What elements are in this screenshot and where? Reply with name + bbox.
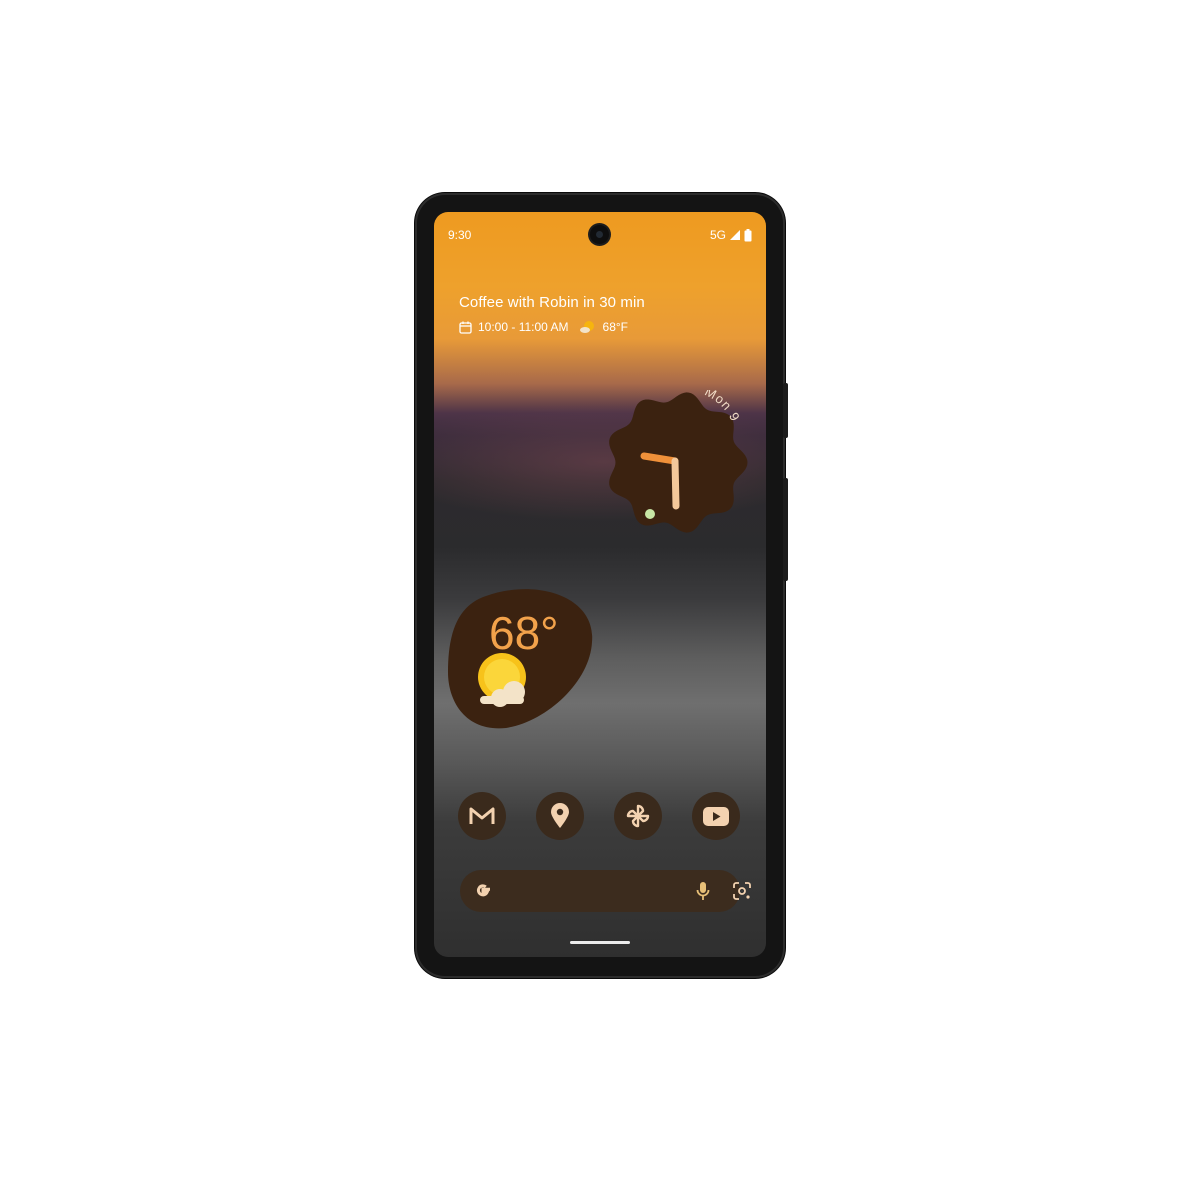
partly-sunny-icon — [478, 653, 526, 707]
at-a-glance-widget[interactable]: Coffee with Robin in 30 min 10:00 - 11:0… — [459, 294, 645, 334]
pinwheel-app[interactable] — [614, 792, 662, 840]
gmail-app[interactable] — [458, 792, 506, 840]
clock-widget[interactable]: Mon 9 — [604, 384, 749, 535]
front-camera — [590, 225, 609, 244]
map-pin-icon — [551, 803, 569, 828]
event-time-range: 10:00 - 11:00 AM — [478, 320, 569, 334]
clock-minute-hand — [671, 457, 680, 510]
status-indicators: 5G — [710, 228, 752, 242]
search-bar[interactable] — [460, 870, 751, 912]
youtube-icon — [703, 806, 729, 826]
network-label: 5G — [709, 228, 726, 242]
app-dock — [458, 792, 742, 842]
battery-icon — [744, 228, 752, 241]
maps-app[interactable] — [536, 792, 584, 840]
weather-temperature: 68° — [489, 607, 559, 659]
gmail-icon — [469, 807, 495, 824]
gesture-nav-bar[interactable] — [570, 941, 630, 944]
lens-icon[interactable] — [732, 881, 752, 901]
partly-sunny-icon — [579, 321, 594, 333]
clock-face: Mon 9 — [609, 384, 748, 533]
signal-icon — [730, 230, 740, 240]
event-title: Coffee with Robin in 30 min — [459, 294, 645, 311]
youtube-app[interactable] — [692, 792, 740, 840]
calendar-icon — [459, 321, 472, 334]
clock-hour-hand — [640, 452, 679, 465]
pinwheel-icon — [626, 804, 650, 828]
event-details: 10:00 - 11:00 AM 68°F — [459, 320, 645, 334]
glance-temperature: 68°F — [602, 320, 628, 334]
google-logo-icon — [476, 884, 490, 897]
mic-icon[interactable] — [696, 881, 710, 901]
volume-button — [783, 478, 788, 581]
power-button — [783, 383, 788, 438]
home-screen: 9:30 5G Coffee with Robin in 30 min 10:0… — [434, 212, 766, 957]
clock-second-dot — [645, 509, 655, 519]
status-time: 9:30 — [448, 228, 472, 242]
